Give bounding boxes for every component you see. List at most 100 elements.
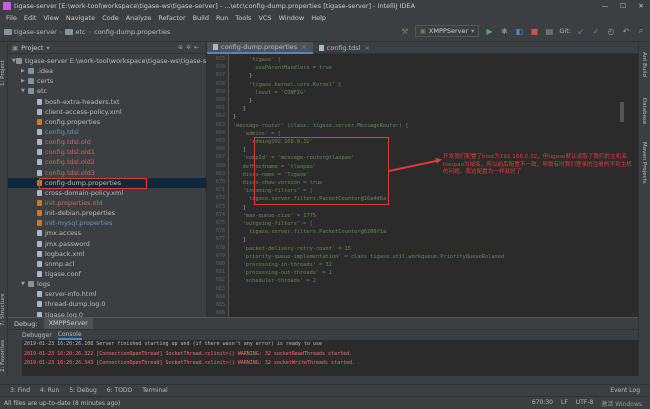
maximize-button[interactable]: ☐: [614, 0, 632, 12]
left-tool-strip: 1: Project 7: Structure 2: Favorites: [0, 42, 8, 376]
tree-file[interactable]: server-info.html: [8, 289, 206, 299]
console-output[interactable]: 2019-01-23 16:20:26.108 Server finished …: [24, 340, 636, 377]
tree-file[interactable]: snmp.acl: [8, 259, 206, 269]
caret-position[interactable]: 670:30: [532, 399, 553, 408]
menu-build[interactable]: Build: [193, 14, 209, 22]
vcs-commit-icon[interactable]: ✓: [591, 26, 601, 36]
tree-file[interactable]: config-dump.properties: [8, 177, 206, 188]
menu-edit[interactable]: Edit: [24, 14, 37, 22]
tree-file[interactable]: logback.xml: [8, 249, 206, 259]
todo-tool-tab[interactable]: 6: TODO: [107, 387, 132, 394]
ant-build-tool-tab[interactable]: Ant Build: [641, 52, 647, 77]
tree-file[interactable]: bosh-extra-headers.txt: [8, 97, 206, 107]
tree-file[interactable]: config.tdsl.old2: [8, 157, 206, 167]
editor-scrollbar[interactable]: [620, 102, 624, 122]
find-tool-tab[interactable]: 3: Find: [10, 387, 30, 394]
close-icon[interactable]: ×: [301, 43, 306, 51]
line-separator[interactable]: LF: [561, 399, 568, 408]
structure-tool-tab[interactable]: 7: Structure: [0, 282, 8, 326]
tree-file[interactable]: jmx.access: [8, 228, 206, 238]
tree-file[interactable]: init.properties.old: [8, 198, 206, 208]
breadcrumb-file[interactable]: config-dump.properties: [94, 28, 170, 36]
favorites-tool-tab[interactable]: 2: Favorites: [0, 332, 8, 372]
maven-projects-tool-tab[interactable]: Maven Projects: [641, 142, 647, 184]
menu-view[interactable]: View: [43, 14, 58, 22]
debug-tool-tab[interactable]: 5: Debug: [69, 387, 96, 394]
settings-icon[interactable]: ✲: [186, 44, 194, 51]
tree-file[interactable]: tigase.log.0: [8, 310, 206, 317]
chevron-right-icon[interactable]: ▶: [21, 68, 28, 74]
chevron-down-icon[interactable]: ▼: [21, 281, 28, 287]
menu-analyze[interactable]: Analyze: [126, 14, 152, 22]
chevron-right-icon[interactable]: ▶: [21, 78, 28, 84]
stop-icon[interactable]: ■: [529, 26, 539, 36]
run-icon[interactable]: ▶: [484, 26, 494, 36]
close-icon[interactable]: ×: [364, 44, 369, 52]
file-icon: [318, 45, 324, 51]
project-tool-tab[interactable]: 1: Project: [0, 46, 8, 86]
database-tool-tab[interactable]: Database: [641, 98, 647, 124]
tree-folder[interactable]: ▼ logs: [8, 279, 206, 289]
revert-icon[interactable]: ↶: [621, 26, 631, 36]
collapse-icon[interactable]: ⊕: [178, 44, 186, 51]
terminal-tool-tab[interactable]: Terminal: [142, 387, 167, 394]
tree-file[interactable]: tigase.conf: [8, 269, 206, 279]
menu-file[interactable]: File: [6, 14, 17, 22]
search-icon[interactable]: ⌕: [636, 26, 646, 36]
tree-file[interactable]: config.tdsl.old1: [8, 147, 206, 157]
chevron-down-icon[interactable]: ▼: [21, 88, 28, 94]
build-project-icon[interactable]: ▤: [544, 26, 554, 36]
tree-file[interactable]: config.properties: [8, 117, 206, 127]
tree-file[interactable]: jmx.password: [8, 239, 206, 249]
tree-file[interactable]: config.tdsl.old3: [8, 168, 206, 178]
tree-file[interactable]: cross-domain-policy.xml: [8, 188, 206, 198]
tree-folder[interactable]: ▼ etc: [8, 86, 206, 96]
tree-file[interactable]: init-debian.properties: [8, 208, 206, 218]
line-number: 679: [215, 252, 225, 259]
file-encoding[interactable]: UTF-8: [576, 399, 594, 408]
vcs-update-icon[interactable]: ↙: [576, 26, 586, 36]
tree-file[interactable]: config.tdsl.old: [8, 137, 206, 147]
code-token: tigase.server.filters.PacketCounter@6286…: [249, 229, 387, 236]
debug-session-tab[interactable]: XMPPServer: [43, 318, 93, 329]
tab-config-tdsl[interactable]: config.tdsl ×: [313, 42, 376, 54]
tab-console[interactable]: Console: [57, 331, 82, 340]
tree-folder[interactable]: ▶ .idea: [8, 66, 206, 76]
breadcrumb-etc[interactable]: etc: [65, 28, 86, 36]
tree-folder[interactable]: ▼ tigase-server E:\work-tool\workspace\ti…: [8, 56, 206, 66]
tree-file[interactable]: thread-dump.log.0: [8, 299, 206, 309]
tab-debugger[interactable]: Debugger: [22, 332, 52, 339]
tab-config-dump-properties[interactable]: config-dump.properties ×: [207, 42, 313, 54]
file-icon: [37, 291, 42, 298]
tree-file[interactable]: init-mysql.properties: [8, 218, 206, 228]
menu-run[interactable]: Run: [216, 14, 228, 22]
menu-window[interactable]: Window: [279, 14, 305, 22]
menu-refactor[interactable]: Refactor: [158, 14, 185, 22]
code-token: defHostname = 'tlaopao': [242, 163, 316, 170]
tree-file[interactable]: client-access-policy.xml: [8, 107, 206, 117]
menu-help[interactable]: Help: [311, 14, 326, 22]
code-token: 'admins' = [: [242, 130, 281, 137]
debug-icon[interactable]: ✱: [499, 26, 509, 36]
menu-vcs[interactable]: VCS: [258, 14, 271, 22]
chevron-down-icon[interactable]: ▾: [46, 44, 49, 52]
breadcrumb-project[interactable]: tigase-server: [4, 28, 57, 36]
code-area[interactable]: 'tigase' {useParentHandlers = true}'tiga…: [233, 54, 633, 317]
tree-file[interactable]: config.tdsl: [8, 127, 206, 137]
run-tool-tab[interactable]: 4: Run: [40, 387, 59, 394]
vcs-history-icon[interactable]: ◴: [606, 26, 616, 36]
coverage-icon[interactable]: ◧: [514, 26, 524, 36]
status-bar: All files are up-to-date (8 minutes ago)…: [0, 396, 650, 409]
line-number: 678: [215, 244, 225, 251]
tree-folder[interactable]: ▶ certs: [8, 76, 206, 86]
menu-navigate[interactable]: Navigate: [66, 14, 95, 22]
build-hammer-icon[interactable]: ⚒: [400, 26, 410, 36]
menu-tools[interactable]: Tools: [235, 14, 251, 22]
editor: config-dump.properties × config.tdsl × 655…: [207, 42, 638, 317]
hide-icon[interactable]: ⇤: [194, 44, 202, 51]
minimize-button[interactable]: —: [596, 0, 614, 12]
menu-code[interactable]: Code: [102, 14, 119, 22]
run-configuration-select[interactable]: ▣ XMPPServer ▾: [414, 25, 480, 37]
event-log-tab[interactable]: Event Log: [610, 387, 640, 394]
close-button[interactable]: ✕: [632, 0, 650, 12]
